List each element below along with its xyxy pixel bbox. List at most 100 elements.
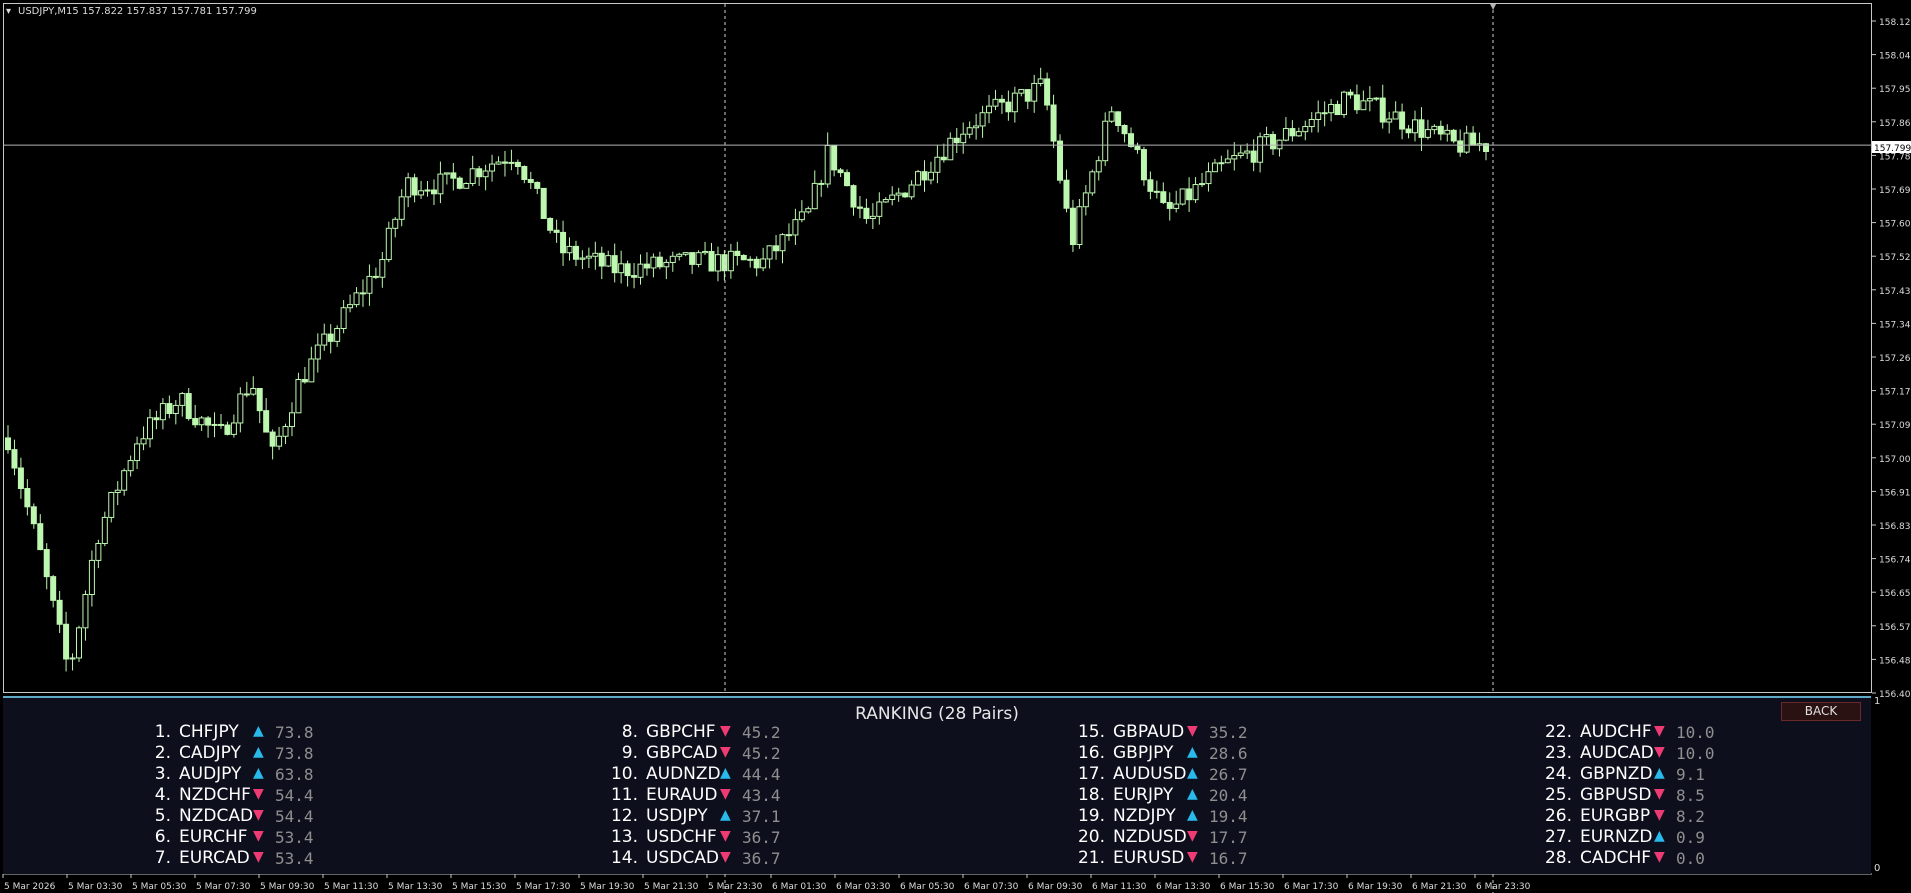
rank-score: 35.2	[1209, 723, 1248, 742]
arrow-down-icon: ▼	[253, 828, 264, 844]
shift-marker-icon[interactable]: ▼	[1490, 2, 1497, 11]
candle-body	[1289, 128, 1296, 137]
candle-body	[75, 627, 82, 659]
rank-score: 36.7	[742, 849, 781, 868]
candle-body	[1044, 78, 1051, 106]
candle-body	[908, 184, 915, 198]
candle-body	[1057, 140, 1064, 181]
chart-header-menu-icon[interactable]: ▾	[6, 6, 11, 17]
time-tick-label: 6 Mar 07:30	[964, 882, 1019, 892]
rank-number: 15.	[1077, 722, 1105, 742]
candle-body	[766, 245, 773, 260]
candle-body	[1418, 119, 1425, 138]
candle-body	[159, 403, 166, 421]
rank-score: 0.0	[1676, 849, 1705, 868]
candle-body	[1431, 125, 1438, 131]
candle-body	[224, 424, 231, 435]
candle-body	[56, 599, 63, 625]
rank-pair: AUDNZD	[646, 764, 721, 784]
rank-pair: GBPNZD	[1580, 764, 1653, 784]
candle-body	[1121, 124, 1128, 135]
rank-number: 17.	[1077, 764, 1105, 784]
candle-body	[831, 145, 838, 171]
candle-body	[1315, 112, 1322, 121]
candle-body	[889, 194, 896, 200]
rank-number: 22.	[1544, 722, 1572, 742]
candle-body	[1457, 140, 1464, 153]
candle-body	[643, 263, 650, 269]
candle-body	[1321, 112, 1328, 115]
time-tick-label: 5 Mar 19:30	[580, 882, 635, 892]
candle-body	[43, 549, 50, 578]
candle-body	[172, 404, 179, 414]
candle-body	[992, 98, 999, 107]
rank-number: 19.	[1077, 806, 1105, 826]
candle-body	[540, 187, 547, 219]
candle-body	[572, 245, 579, 260]
rank-pair: USDCAD	[646, 848, 719, 868]
rank-number: 14.	[610, 848, 638, 868]
candle-body	[430, 189, 437, 195]
candle-body	[1186, 188, 1193, 201]
arrow-up-icon: ▲	[1654, 765, 1665, 781]
candle-body	[256, 388, 263, 412]
candle-body	[998, 98, 1005, 103]
candle-body	[24, 488, 31, 508]
rank-score: 45.2	[742, 723, 781, 742]
time-tick-label: 5 Mar 23:30	[708, 882, 763, 892]
price-tick-label: 158.040	[1879, 52, 1911, 62]
candle-body	[714, 254, 721, 272]
candle-body	[805, 208, 812, 213]
candle-body	[553, 229, 560, 233]
candle-body	[1128, 133, 1135, 147]
rank-score: 36.7	[742, 828, 781, 847]
candle-body	[637, 263, 644, 278]
candle-body	[579, 257, 586, 260]
time-tick-label: 6 Mar 03:30	[836, 882, 891, 892]
arrow-up-icon: ▲	[253, 723, 264, 739]
candle-body	[1237, 152, 1244, 157]
candle-body	[1308, 119, 1315, 128]
candle-body	[1353, 94, 1360, 111]
candle-body	[288, 412, 295, 428]
candle-body	[1160, 191, 1167, 203]
time-tick-label: 6 Mar 01:30	[772, 882, 827, 892]
candle-body	[476, 168, 483, 178]
rank-pair: NZDUSD	[1113, 827, 1187, 847]
price-tick-label: 156.915	[1879, 488, 1911, 498]
candle-body	[146, 417, 153, 440]
arrow-down-icon: ▼	[1654, 807, 1665, 823]
candle-body	[398, 196, 405, 220]
candle-body	[979, 112, 986, 127]
candle-body	[1211, 162, 1218, 173]
back-button[interactable]: BACK	[1781, 702, 1861, 721]
candle-body	[237, 393, 244, 424]
candle-body	[185, 393, 192, 420]
candle-body	[1276, 139, 1283, 150]
candle-body	[605, 255, 612, 267]
candle-body	[953, 137, 960, 144]
candle-body	[69, 657, 76, 660]
candle-body	[669, 255, 676, 263]
time-tick-label: 6 Mar 21:30	[1412, 882, 1467, 892]
rank-pair: GBPJPY	[1113, 743, 1174, 763]
arrow-up-icon: ▲	[1654, 828, 1665, 844]
price-tick-label: 157.690	[1879, 186, 1911, 196]
candle-body	[463, 183, 470, 189]
candle-body	[1037, 78, 1044, 84]
candle-body	[566, 245, 573, 254]
candle-body	[534, 181, 541, 189]
rank-pair: EURUSD	[1113, 848, 1185, 868]
time-tick-label: 6 Mar 23:30	[1476, 882, 1531, 892]
price-tick-label: 156.485	[1879, 656, 1911, 666]
arrow-down-icon: ▼	[1654, 744, 1665, 760]
rank-number: 16.	[1077, 743, 1105, 763]
candle-body	[101, 516, 108, 545]
candle-body	[1166, 201, 1173, 209]
arrow-up-icon: ▲	[1187, 786, 1198, 802]
rank-number: 26.	[1544, 806, 1572, 826]
time-tick-label: 5 Mar 09:30	[260, 882, 315, 892]
candle-body	[682, 252, 689, 255]
candle-body	[785, 234, 792, 237]
candle-body	[1250, 150, 1257, 163]
